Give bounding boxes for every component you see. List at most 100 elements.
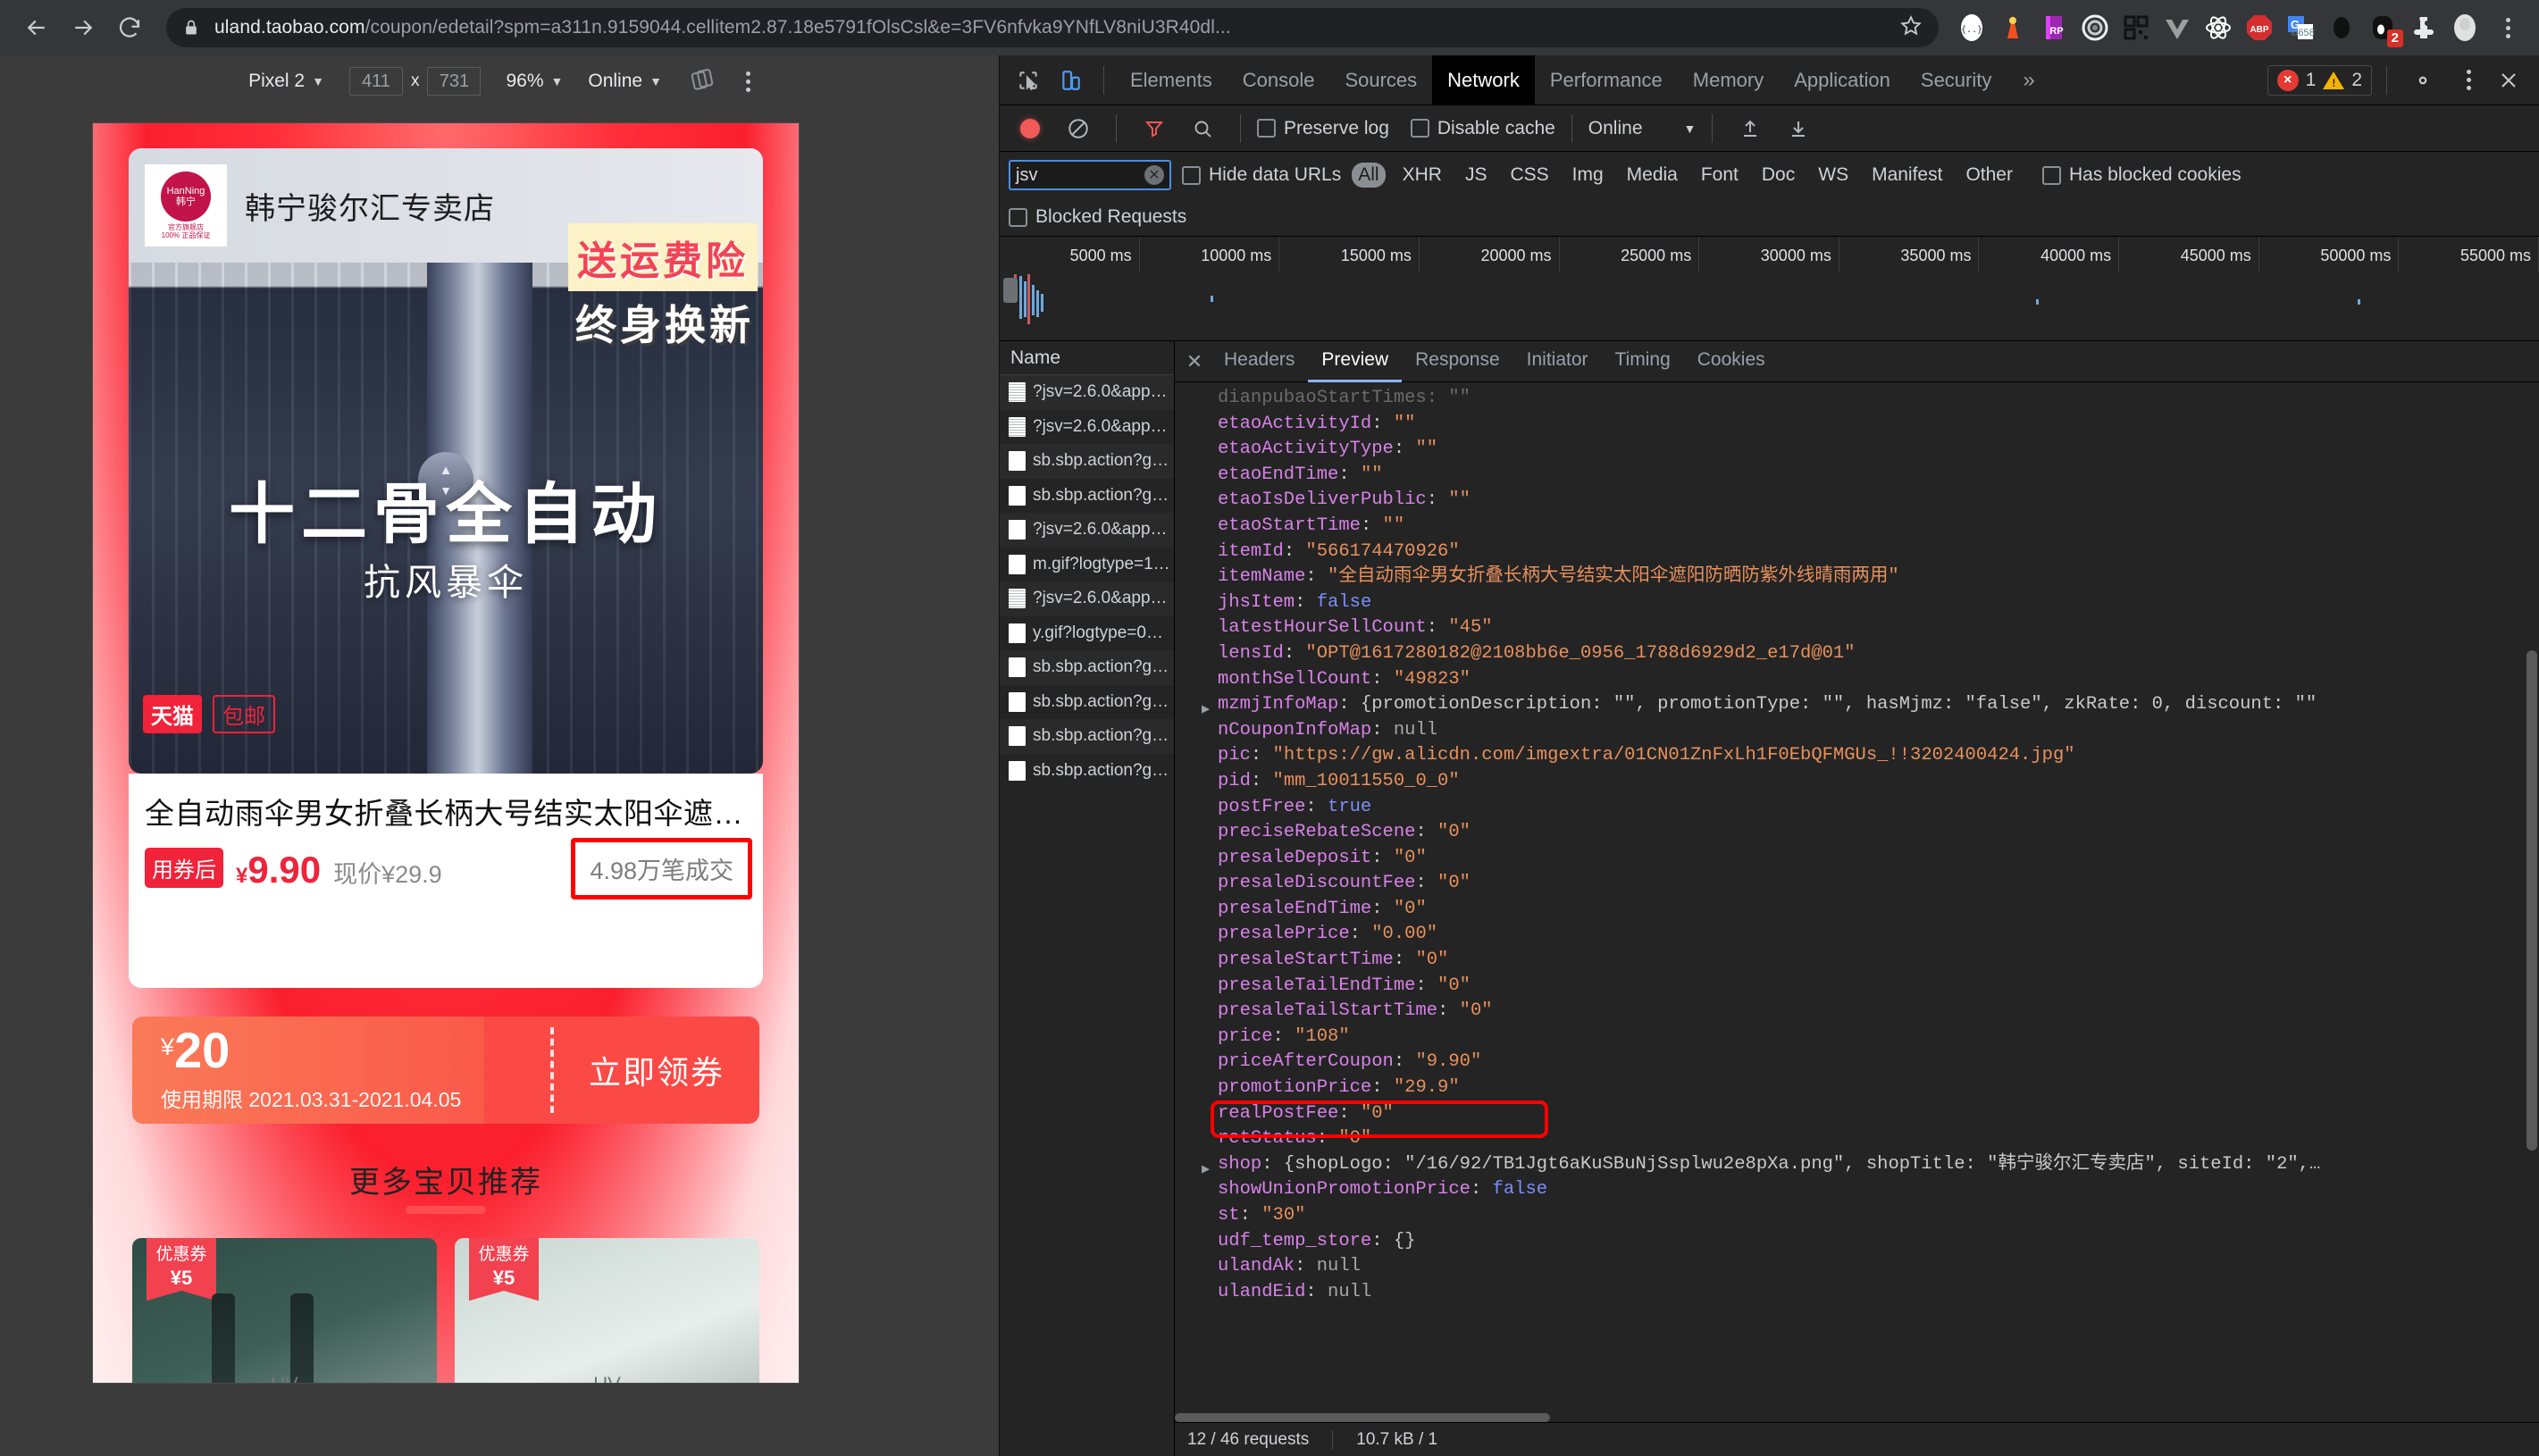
request-row[interactable]: ?jsv=2.6.0&appKey=125… [1000,375,1174,410]
json-row[interactable]: presaleTailEndTime: "0" [1175,974,2539,1000]
settings-gear-icon[interactable] [2401,61,2444,100]
request-row[interactable]: sb.sbp.action?gmkey=C… [1000,719,1174,754]
filter-type-xhr[interactable]: XHR [1396,163,1448,188]
throttling-selector[interactable]: Online ▼ [588,71,662,92]
has-blocked-cookies-checkbox[interactable]: Has blocked cookies [2041,164,2242,186]
json-row[interactable]: dianpubaoStartTimes: "" [1175,386,2539,412]
device-selector[interactable]: Pixel 2 ▼ [248,71,324,92]
json-row[interactable]: etaoEndTime: "" [1175,463,2539,489]
address-bar[interactable]: uland.taobao.com/coupon/edetail?spm=a311… [166,8,1939,47]
search-icon[interactable] [1181,109,1224,148]
json-row[interactable]: pic: "https://gw.alicdn.com/imgextra/01C… [1175,743,2539,769]
json-row[interactable]: presaleDiscountFee: "0" [1175,871,2539,897]
json-row[interactable]: udf_temp_store: {} [1175,1229,2539,1255]
filter-type-font[interactable]: Font [1695,163,1745,188]
json-row[interactable]: presaleStartTime: "0" [1175,948,2539,974]
json-row[interactable]: etaoStartTime: "" [1175,514,2539,540]
json-row[interactable]: preciseRebateScene: "0" [1175,820,2539,846]
request-row[interactable]: ?jsv=2.6.0&appKey=125… [1000,410,1174,445]
json-row[interactable]: ▶ mzmjInfoMap: {promotionDescription: "",… [1175,692,2539,718]
json-row[interactable]: presalePrice: "0.00" [1175,922,2539,948]
tab-headers[interactable]: Headers [1211,341,1308,382]
vertical-scrollbar[interactable] [2526,650,2537,1151]
request-row[interactable]: sb.sbp.action?gmkey=E… [1000,479,1174,514]
json-row[interactable]: pid: "mm_10011550_0_0" [1175,769,2539,795]
coupon-ticket[interactable]: ¥20 使用期限 2021.03.31-2021.04.05 立即领券 [132,1017,759,1124]
adblock-plus-extension-icon[interactable]: ABP [2241,9,2278,46]
json-row[interactable]: priceAfterCoupon: "9.90" [1175,1050,2539,1075]
json-row[interactable]: lensId: "OPT@1617280182@2108bb6e_0956_17… [1175,641,2539,667]
dark-oval-extension-icon[interactable] [2323,9,2360,46]
export-har-icon[interactable] [1777,109,1820,148]
qrcode-extension-icon[interactable] [2117,9,2155,46]
json-row[interactable]: ulandAk: null [1175,1254,2539,1280]
tab-timing[interactable]: Timing [1602,341,1684,382]
timeline-zoom-handle[interactable] [1003,278,1018,303]
device-width-input[interactable]: 411 [348,67,403,96]
filter-toggle-icon[interactable] [1133,109,1176,148]
tab-security[interactable]: Security [1906,55,2007,105]
target-extension-icon[interactable] [2076,9,2114,46]
json-row[interactable]: price: "108" [1175,1025,2539,1050]
request-row[interactable]: sb.sbp.action?gmkey=C… [1000,754,1174,789]
device-toolbar-toggle-icon[interactable] [1050,61,1093,100]
octopus-profile-icon[interactable] [2446,9,2484,46]
filter-type-manifest[interactable]: Manifest [1865,163,1948,188]
request-row[interactable]: ?jsv=2.6.0&appKey=125… [1000,513,1174,548]
filter-type-all[interactable]: All [1352,163,1386,188]
tab-cookies[interactable]: Cookies [1684,341,1779,382]
request-row[interactable]: m.gif?logtype=1&title=%… [1000,548,1174,582]
close-detail-icon[interactable]: ✕ [1178,341,1211,382]
tab-sources[interactable]: Sources [1329,55,1432,105]
browser-menu-button[interactable] [2493,9,2523,46]
json-row[interactable]: presaleTailStartTime: "0" [1175,999,2539,1025]
json-row[interactable]: ▶ shop: {shopLogo: "/16/92/TB1Jgt6aKuSBuN… [1175,1152,2539,1178]
import-har-icon[interactable] [1729,109,1772,148]
close-devtools-icon[interactable] [2487,61,2530,100]
rotate-device-icon[interactable] [689,66,716,97]
vue-devtools-extension-icon[interactable] [2158,9,2196,46]
json-viewer-extension-icon[interactable]: {..} [1953,9,1990,46]
tab-performance[interactable]: Performance [1535,55,1678,105]
lighthouse-extension-icon[interactable] [1994,9,2032,46]
clear-filter-icon[interactable]: ✕ [1144,165,1164,185]
json-row[interactable]: etaoActivityId: "" [1175,412,2539,438]
network-timeline-overview[interactable]: 5000 ms 10000 ms 15000 ms 20000 ms 25000… [1000,236,2539,341]
recommendation-card[interactable]: 优惠券 ¥5 UVSun protect sun [132,1238,437,1383]
filter-type-other[interactable]: Other [1959,163,2019,188]
json-row[interactable]: itemName: "全自动雨伞男女折叠长柄大号结实太阳伞遮阳防晒防紫外线晴雨两… [1175,565,2539,590]
request-row[interactable]: sb.sbp.action?gmkey=E… [1000,650,1174,685]
json-row[interactable]: st: "30" [1175,1203,2539,1229]
json-row[interactable]: jhsItem: false [1175,590,2539,616]
clear-network-log-icon[interactable] [1057,109,1100,148]
react-devtools-extension-icon[interactable] [2200,9,2237,46]
claim-coupon-button[interactable]: 立即领券 [554,1017,759,1124]
json-row[interactable]: presaleEndTime: "0" [1175,897,2539,923]
device-height-input[interactable]: 731 [427,67,482,96]
tab-console[interactable]: Console [1228,55,1330,105]
tampermonkey-extension-icon[interactable]: 2 [2364,9,2403,47]
reload-button[interactable] [109,7,150,48]
json-row[interactable]: nCouponInfoMap: null [1175,718,2539,744]
json-row[interactable]: realPostFee: "0" [1175,1101,2539,1127]
device-toolbar-menu[interactable] [745,71,750,92]
filter-type-media[interactable]: Media [1621,163,1684,188]
rp-extension-icon[interactable]: RP [2035,9,2073,46]
more-tabs-icon[interactable]: » [2007,68,2050,93]
json-row[interactable]: itemId: "566174470926" [1175,540,2539,565]
tab-response[interactable]: Response [1402,341,1513,382]
filter-type-css[interactable]: CSS [1504,163,1554,188]
tab-application[interactable]: Application [1779,55,1906,105]
filter-type-ws[interactable]: WS [1812,163,1855,188]
mobile-page-preview[interactable]: ▲ ▼ HanNing 韩宁 官方旗舰店 100% 正品保证 韩宁骏尔汇专卖店 送运费… [93,123,799,1383]
preserve-log-checkbox[interactable]: Preserve log [1257,118,1389,139]
filter-type-js[interactable]: JS [1459,163,1494,188]
filter-type-doc[interactable]: Doc [1756,163,1801,188]
json-row[interactable]: showUnionPromotionPrice: false [1175,1177,2539,1203]
bookmark-star-icon[interactable] [1899,14,1923,42]
json-row[interactable]: latestHourSellCount: "45" [1175,615,2539,641]
hide-data-urls-checkbox[interactable]: Hide data URLs [1182,164,1341,186]
tab-network[interactable]: Network [1432,54,1535,105]
network-filter-input[interactable]: jsv ✕ [1009,160,1171,190]
json-row[interactable]: etaoActivityType: "" [1175,437,2539,463]
